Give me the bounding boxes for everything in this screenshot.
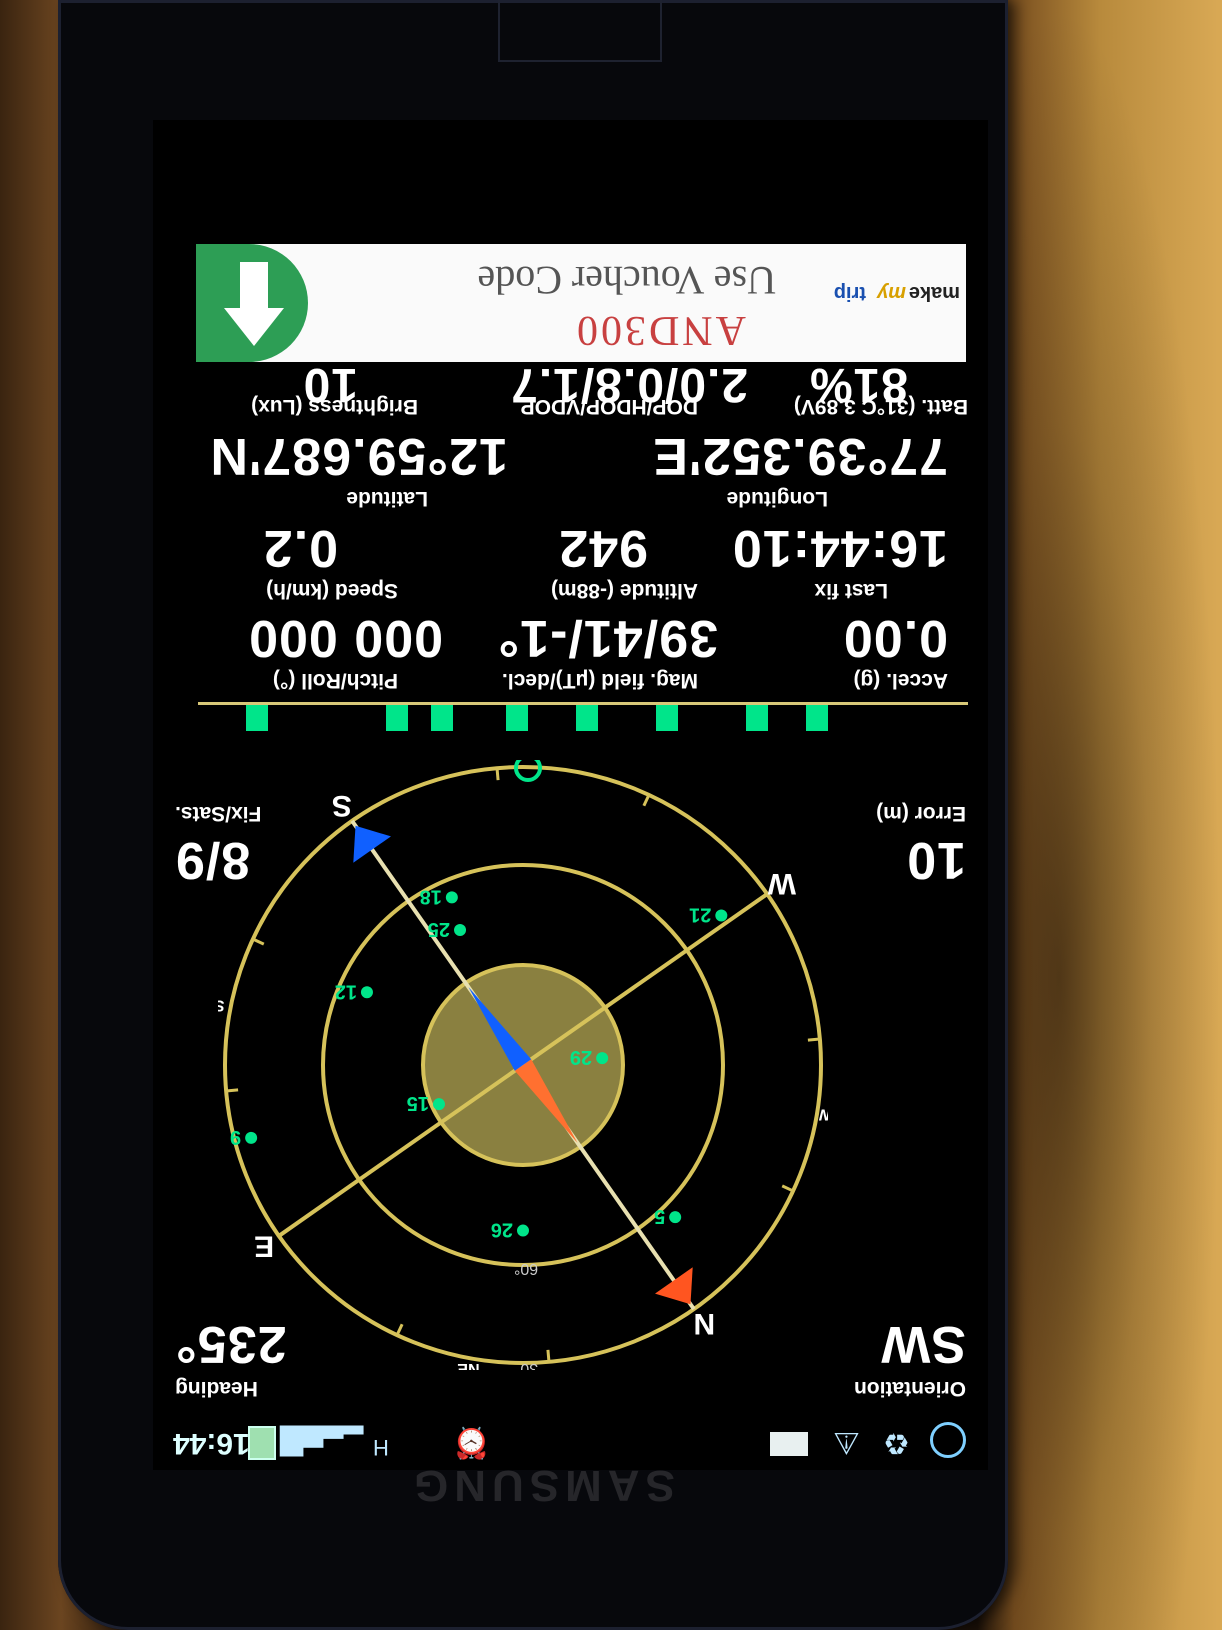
error-value: 10: [906, 831, 966, 889]
compass-ne-label: NE: [457, 1360, 480, 1370]
satellite-dot: [715, 909, 728, 922]
orientation-value: SW: [880, 1315, 966, 1373]
satellite-signal-bar: [246, 705, 268, 731]
satellite-id-label: 18: [420, 885, 442, 907]
alarm-icon: ⏰: [453, 1426, 491, 1459]
compass-e-label: E: [254, 1229, 274, 1262]
signal-icon: ▂▃▅▇: [283, 1426, 364, 1459]
compass-s-label: S: [332, 789, 352, 822]
ad-brand-trip: trip: [833, 282, 866, 304]
ad-brand-make: make: [908, 282, 960, 304]
dop-value: 2.0/0.8/1.7: [510, 358, 748, 411]
ad-voucher-text: Use Voucher Code: [477, 258, 776, 303]
background-shadow: [990, 0, 1222, 1630]
satellite-dot: [596, 1052, 609, 1065]
longitude-value: 77°39.352'E: [652, 427, 948, 485]
satellite-dot: [245, 1131, 258, 1144]
warning-icon: ⚠: [833, 1426, 860, 1459]
phone-body: 16:44 ▂▃▅▇ H ⏰ ♻ ⚠ Orientation SW Headin…: [58, 0, 1008, 1630]
satellite-signal-bars: [198, 702, 968, 745]
ring-30-label: 30°: [514, 1360, 538, 1370]
sync-icon: ♻: [883, 1426, 910, 1459]
network-type-icon: H: [373, 1435, 389, 1460]
phone-screen: 16:44 ▂▃▅▇ H ⏰ ♻ ⚠ Orientation SW Headin…: [153, 120, 988, 1470]
compass-tick: [781, 1184, 794, 1193]
accel-label: Accel. (g): [853, 669, 948, 692]
gps-status-icon: [930, 1422, 966, 1458]
satellite-dot: [454, 923, 467, 936]
altitude-label: Altitude (-88m): [551, 579, 698, 602]
longitude-label: Longitude: [726, 487, 828, 510]
satellite-dot: [432, 1098, 445, 1111]
satellite-id-label: 29: [570, 1046, 592, 1068]
orientation-label: Orientation: [853, 1377, 966, 1400]
compass-nw-label: NW: [818, 1106, 828, 1123]
satellite-signal-bar: [656, 705, 678, 731]
battery-value: 81%: [808, 358, 908, 411]
arrow-up-icon-stem: [240, 262, 268, 310]
sd-card-icon: [770, 1432, 808, 1456]
compass-w-label: W: [767, 867, 796, 900]
speed-label: Speed (km/h): [266, 579, 398, 602]
error-label: Error (m): [876, 802, 966, 825]
phone-speaker: [498, 0, 662, 62]
latitude-value: 12°59.687'N: [209, 427, 508, 485]
satellite-id-label: 26: [491, 1219, 513, 1241]
ring-60-label: 60°: [514, 1260, 538, 1277]
arrow-up-icon: [224, 308, 284, 346]
compass-n-label: N: [693, 1307, 715, 1340]
north-marker-icon: [655, 1267, 693, 1305]
ad-voucher-code: AND300: [574, 307, 746, 353]
battery-icon: [248, 1426, 276, 1460]
compass-tick: [642, 794, 651, 807]
satellite-signal-bar: [506, 705, 528, 731]
speed-value: 0.2: [262, 519, 338, 577]
ad-brand-my: my: [877, 282, 906, 304]
accel-value: 0.00: [842, 609, 948, 667]
satellite-dot: [517, 1224, 529, 1237]
satellite-dot: [445, 891, 458, 904]
latitude-label: Latitude: [346, 487, 428, 510]
ad-banner[interactable]: make my trip AND300 Use Voucher Code: [196, 244, 966, 362]
device-brand-logo: SAMSUNG: [408, 1461, 675, 1510]
last-fix-value: 16:44:10: [731, 519, 948, 577]
satellite-signal-bar: [576, 705, 598, 731]
compass-tick: [495, 768, 500, 781]
heading-label: Heading: [175, 1377, 258, 1400]
satellite-dot: [360, 986, 373, 999]
satellite-id-label: 9: [230, 1126, 241, 1148]
satellite-signal-bar: [431, 705, 453, 731]
satellite-id-label: 15: [407, 1092, 429, 1114]
satellite-id-label: 25: [428, 918, 450, 940]
pitch-roll-label: Pitch/Roll (°): [272, 669, 398, 692]
satellite-signal-bar: [386, 705, 408, 731]
satellite-signal-bar: [806, 705, 828, 731]
compass-tick: [395, 1323, 404, 1336]
compass-tick: [252, 937, 265, 946]
sky-plot-compass: N E S W NE SE SW NW 60° 30° 526152991225…: [218, 760, 828, 1370]
satellite-id-label: 5: [654, 1205, 665, 1227]
compass-tick: [226, 1088, 239, 1093]
compass-tick: [807, 1037, 820, 1042]
brightness-value: 10: [302, 358, 358, 411]
mag-field-label: Mag. field (μT)/decl.: [501, 669, 698, 692]
satellite-signal-bar: [746, 705, 768, 731]
compass-tick: [546, 1349, 551, 1362]
gps-app-ui: 16:44 ▂▃▅▇ H ⏰ ♻ ⚠ Orientation SW Headin…: [153, 120, 988, 1470]
compass-se-label: SE: [218, 996, 224, 1013]
satellite-id-label: 21: [689, 904, 711, 926]
mag-field-value: 39/41/-1°: [497, 609, 718, 667]
satellite-dot: [669, 1211, 682, 1224]
ad-arrow-button[interactable]: [196, 244, 308, 362]
altitude-value: 942: [558, 519, 648, 577]
last-fix-label: Last fix: [814, 579, 888, 602]
pitch-roll-value: 000 000: [248, 609, 443, 667]
satellite-id-label: 12: [335, 980, 357, 1002]
status-time: 16:44: [173, 1427, 250, 1460]
heading-marker-icon: [514, 760, 542, 782]
south-marker-icon: [353, 825, 391, 863]
